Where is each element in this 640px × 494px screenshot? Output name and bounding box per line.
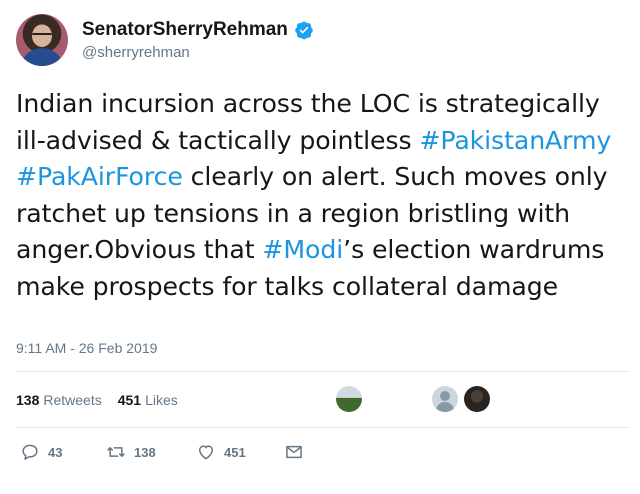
tweet-text: Indian incursion across the LOC is strat…: [16, 86, 626, 305]
tweet-stats: 138 Retweets 451 Likes: [16, 388, 194, 412]
tweet-header: SenatorSherryRehman @sherryrehman: [16, 14, 616, 68]
liker-avatar[interactable]: [336, 386, 362, 412]
author-display-name[interactable]: SenatorSherryRehman: [82, 19, 288, 41]
divider: [16, 371, 630, 372]
avatar-glasses: [32, 33, 52, 40]
heart-icon: [199, 445, 213, 460]
likes-count[interactable]: 451: [118, 392, 141, 408]
retweet-count: 138: [134, 444, 156, 460]
likes-label[interactable]: Likes: [145, 392, 178, 408]
retweet-button[interactable]: 138: [106, 440, 156, 464]
reply-icon: [22, 444, 38, 460]
retweet-icon: [107, 447, 125, 457]
liker-avatar[interactable]: [464, 386, 490, 412]
author-name-row: SenatorSherryRehman: [82, 18, 314, 42]
author-avatar[interactable]: [16, 14, 68, 66]
liker-avatar[interactable]: [432, 386, 458, 412]
direct-message-button[interactable]: [284, 440, 304, 464]
reply-count: 43: [48, 444, 63, 460]
author-handle[interactable]: @sherryrehman: [82, 44, 190, 61]
reply-button[interactable]: 43: [20, 440, 62, 464]
verified-badge-icon: [295, 21, 313, 40]
hashtag-link[interactable]: #PakAirForce: [16, 162, 183, 191]
envelope-icon: [286, 445, 302, 459]
default-avatar-head: [440, 391, 450, 401]
retweets-label[interactable]: Retweets: [43, 392, 101, 408]
hashtag-link[interactable]: #Modi: [262, 235, 343, 264]
avatar-shawl: [20, 48, 64, 66]
like-count: 451: [224, 444, 246, 460]
default-avatar-body: [436, 402, 454, 412]
like-button[interactable]: 451: [196, 440, 246, 464]
retweets-count[interactable]: 138: [16, 392, 39, 408]
hashtag-link[interactable]: #PakistanArmy: [419, 126, 611, 155]
divider: [16, 427, 630, 428]
tweet-timestamp[interactable]: 9:11 AM - 26 Feb 2019: [16, 340, 157, 356]
